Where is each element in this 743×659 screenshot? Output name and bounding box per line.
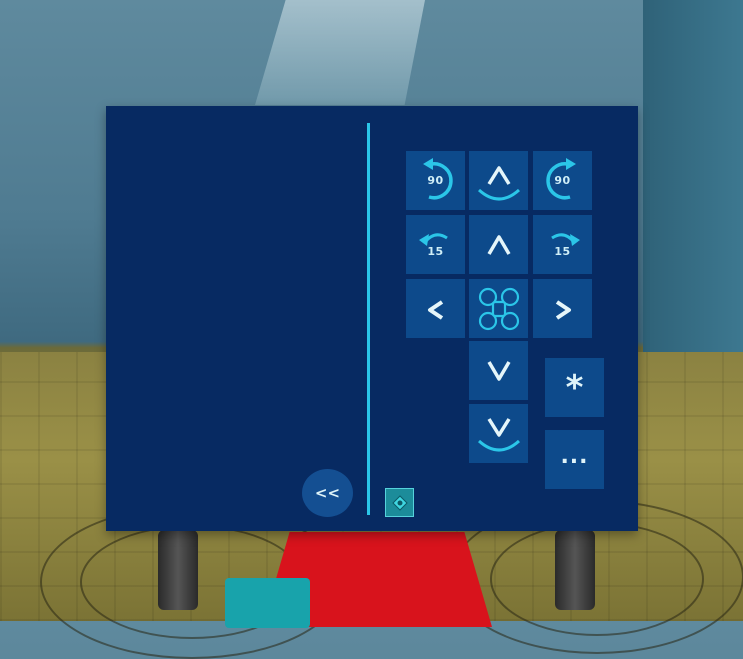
strafe-right-button[interactable]: [533, 279, 592, 338]
rotate-amount: 90: [427, 174, 444, 187]
rotate-left-15-button[interactable]: 15: [406, 215, 465, 274]
more-icon: ...: [560, 444, 589, 469]
collapse-panel-button[interactable]: <<: [302, 469, 353, 517]
wall-corner: [643, 0, 743, 360]
drone-center-button[interactable]: [469, 279, 528, 338]
strafe-left-button[interactable]: [406, 279, 465, 338]
rotate-right-15-button[interactable]: 15: [533, 215, 592, 274]
collapse-icon: <<: [314, 484, 341, 502]
ascend-button[interactable]: [469, 151, 528, 210]
drone-icon: [478, 287, 519, 330]
floor-ring: [490, 522, 704, 636]
forward-icon: [486, 234, 511, 255]
rotate-amount: 90: [554, 174, 571, 187]
arrow-left-icon: [427, 299, 443, 320]
drone-cube-icon: [391, 494, 408, 511]
rotate-left-90-button[interactable]: 90: [406, 151, 465, 210]
backward-button[interactable]: [469, 341, 528, 400]
rotate-amount: 15: [427, 245, 444, 258]
star-icon: *: [565, 367, 584, 408]
stand-leg-left: [158, 530, 198, 610]
forward-button[interactable]: [469, 215, 528, 274]
backward-icon: [486, 360, 511, 381]
stand-leg-right: [555, 530, 595, 610]
panel-divider: [367, 123, 370, 515]
wall-light: [255, 0, 425, 105]
more-options-button[interactable]: ...: [545, 430, 604, 489]
star-button[interactable]: *: [545, 358, 604, 417]
descend-icon: [477, 417, 520, 451]
ascend-icon: [477, 165, 520, 200]
arrow-right-icon: [555, 299, 571, 320]
rotate-amount: 15: [554, 245, 571, 258]
rotate-right-90-button[interactable]: 90: [533, 151, 592, 210]
descend-button[interactable]: [469, 404, 528, 463]
drone-status-icon[interactable]: [385, 488, 414, 517]
